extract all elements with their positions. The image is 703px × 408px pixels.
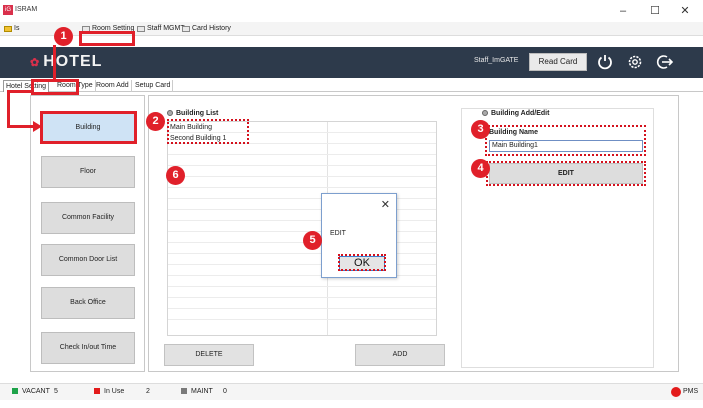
gear-icon[interactable] (626, 53, 644, 71)
annotation-arrow (7, 125, 35, 128)
menu-item-label: Is (14, 25, 20, 32)
maint-label: MAINT (191, 388, 213, 395)
list-item[interactable]: Second Building 1 (170, 135, 226, 142)
bullet-icon (167, 110, 173, 116)
status-maint: MAINT (181, 388, 213, 395)
menu-bar: Is Room Setting Staff MGMT Card History (0, 22, 703, 36)
building-name-label: Building Name (489, 129, 539, 136)
vacant-count: 5 (54, 388, 58, 395)
hotel-logo: ✿ HOTEL (30, 53, 102, 71)
building-name-input[interactable]: Main Building1 (489, 140, 643, 152)
menu-item-room-setting[interactable]: Room Setting (82, 23, 134, 35)
maint-count: 0 (223, 388, 227, 395)
in-use-label: In Use (104, 388, 125, 395)
logo-mark-icon: ✿ (30, 57, 41, 69)
step-badge-3: 3 (471, 120, 490, 139)
ok-button[interactable]: OK (339, 256, 385, 271)
window-title: ISRAM (15, 6, 38, 13)
sidebar-item-back-office[interactable]: Back Office (41, 287, 135, 319)
maximize-button[interactable]: ☐ (646, 3, 664, 19)
grid-icon (82, 26, 90, 32)
annotation-arrow (7, 90, 31, 93)
status-vacant: VACANT (12, 388, 50, 395)
building-edit-title-text: Building Add/Edit (491, 110, 550, 117)
sidebar-item-building[interactable]: Building (41, 112, 135, 144)
building-list-title-text: Building List (176, 110, 219, 117)
step-badge-1: 1 (54, 27, 73, 46)
tab-room-add[interactable]: Room Add (94, 80, 132, 92)
card-icon (182, 26, 190, 32)
list-row-divider (168, 165, 436, 166)
building-list-title: Building List (167, 110, 218, 117)
staff-name: Staff_ImGATE (474, 57, 519, 64)
pms-status-icon (671, 387, 681, 397)
sidebar-item-common-door-list[interactable]: Common Door List (41, 244, 135, 276)
logout-icon[interactable] (656, 53, 674, 71)
building-edit-title: Building Add/Edit (482, 110, 549, 117)
vacant-color-icon (12, 388, 18, 394)
list-row-divider (168, 132, 436, 133)
close-window-button[interactable]: ✕ (676, 3, 694, 19)
maint-color-icon (181, 388, 187, 394)
sidebar-item-check-in-out-time[interactable]: Check In/out Time (41, 332, 135, 364)
power-icon[interactable] (596, 53, 614, 71)
add-button[interactable]: ADD (355, 344, 445, 366)
step-badge-4: 4 (471, 159, 490, 178)
vacant-label: VACANT (22, 388, 50, 395)
annotation-arrow (53, 45, 56, 79)
delete-button[interactable]: DELETE (164, 344, 254, 366)
status-bar: VACANT 5 In Use 2 MAINT 0 PMS (0, 383, 703, 400)
list-row-divider (168, 176, 436, 177)
pms-label: PMS (683, 388, 699, 395)
step-badge-5: 5 (303, 231, 322, 250)
list-row-divider (168, 286, 436, 287)
list-row-divider (168, 154, 436, 155)
list-row-divider (168, 143, 436, 144)
status-in-use: In Use (94, 388, 124, 395)
list-row-divider (168, 187, 436, 188)
title-bar: iG ISRAM – ☐ ✕ (0, 0, 703, 22)
dialog-message: EDIT (330, 230, 346, 237)
annotation-arrow (7, 90, 10, 127)
dialog-close-button[interactable]: ✕ (381, 198, 390, 211)
list-item[interactable]: Main Building (170, 124, 212, 131)
minimize-button[interactable]: – (614, 3, 632, 19)
menu-item-card-history[interactable]: Card History (182, 23, 231, 35)
menu-item-label: Card History (192, 25, 231, 32)
app-logo-icon: iG (3, 5, 13, 15)
menu-item-label: Staff MGMT (147, 25, 185, 32)
list-row-divider (168, 308, 436, 309)
in-use-count: 2 (146, 388, 150, 395)
menu-item-staff-mgmt[interactable]: Staff MGMT (137, 23, 185, 35)
sidebar-item-floor[interactable]: Floor (41, 156, 135, 188)
list-row-divider (168, 297, 436, 298)
edit-button[interactable]: EDIT (489, 163, 643, 184)
tab-bar: Hotel Setting Room Type Room Add Setup C… (0, 79, 703, 92)
tab-room-type[interactable]: Room Type (55, 80, 96, 92)
step-badge-6: 6 (166, 166, 185, 185)
menu-item-label: Room Setting (92, 25, 135, 32)
bullet-icon (482, 110, 488, 116)
in-use-color-icon (94, 388, 100, 394)
menu-item-is[interactable]: Is (4, 23, 19, 35)
edit-confirm-dialog: ✕ EDIT OK (321, 193, 397, 278)
arrow-head-icon (33, 121, 42, 132)
header-bar: ✿ HOTEL Staff_ImGATE Read Card (0, 47, 703, 78)
step-badge-2: 2 (146, 112, 165, 131)
sidebar-item-common-facility[interactable]: Common Facility (41, 202, 135, 234)
read-card-button[interactable]: Read Card (529, 53, 587, 71)
tab-setup-card[interactable]: Setup Card (133, 80, 174, 92)
list-row-divider (168, 319, 436, 320)
folder-icon (4, 26, 12, 32)
settings-sidebar: Building Floor Common Facility Common Do… (30, 95, 145, 372)
person-icon (137, 26, 145, 32)
